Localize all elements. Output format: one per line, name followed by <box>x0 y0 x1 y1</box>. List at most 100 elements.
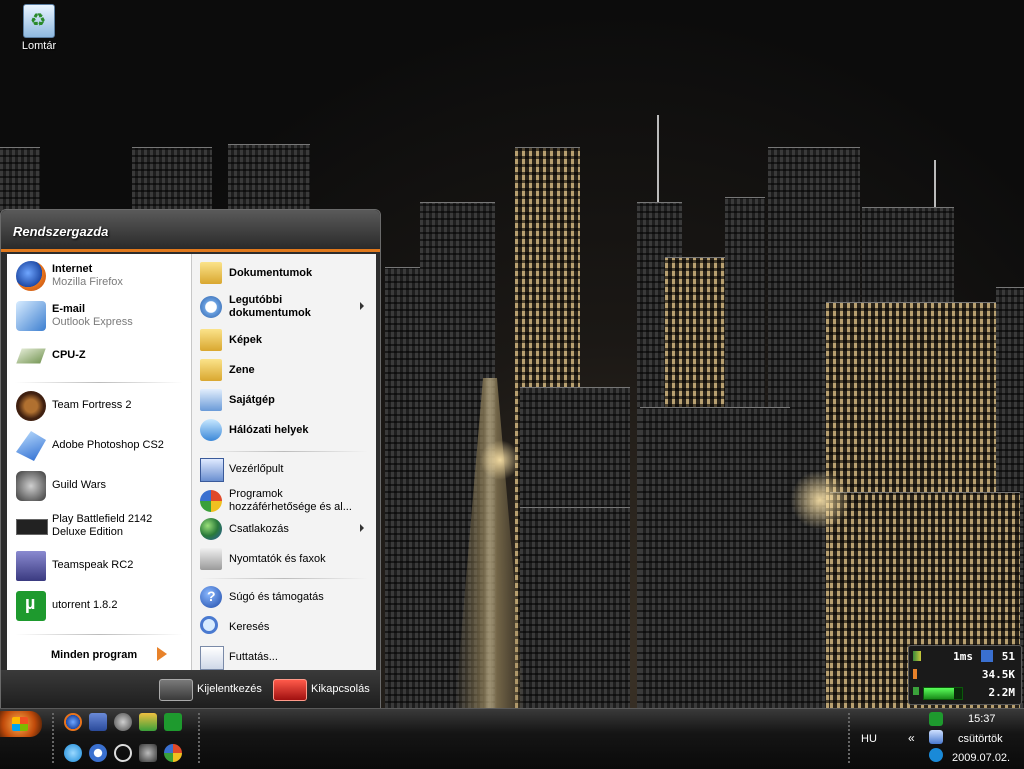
place-documents[interactable]: Dokumentumok <box>192 258 376 288</box>
download-bar-track <box>923 687 963 700</box>
place-help[interactable]: Súgó és támogatás <box>192 582 376 612</box>
toolbar-grip[interactable] <box>848 713 850 765</box>
place-network[interactable]: Hálózati helyek <box>192 415 376 445</box>
show-hidden-icons-button[interactable]: « <box>908 731 915 745</box>
network-monitor-widget: 1ms 51 34.5K 2.2M <box>908 645 1022 705</box>
computer-icon <box>200 389 222 411</box>
start-menu-programs-pane: Internet Mozilla Firefox E-mail Outlook … <box>7 254 191 670</box>
control-panel-icon <box>200 458 224 482</box>
save-disk-icon[interactable] <box>89 713 107 731</box>
users-icon[interactable] <box>139 713 157 731</box>
spire <box>657 115 659 205</box>
place-music-label: Zene <box>229 364 255 376</box>
clock-date[interactable]: 2009.07.02. <box>952 752 1010 764</box>
mail-icon <box>16 301 46 331</box>
place-documents-label: Dokumentumok <box>229 267 313 279</box>
pinned-email[interactable]: E-mail Outlook Express <box>7 298 191 334</box>
place-run[interactable]: Futtatás... <box>192 642 376 672</box>
recent-documents-icon <box>200 296 222 318</box>
recent-program-label: Team Fortress 2 <box>52 399 132 411</box>
pinned-email-title: E-mail <box>52 303 86 315</box>
start-menu-header: Rendszergazda <box>1 210 380 252</box>
place-printers[interactable]: Nyomtatók és faxok <box>192 544 376 574</box>
utorrent-tray-icon[interactable] <box>929 712 943 726</box>
recent-program-teamspeak[interactable]: Teamspeak RC2 <box>7 548 191 584</box>
count-value: 51 <box>1001 650 1015 663</box>
place-my-computer-label: Sajátgép <box>229 394 275 406</box>
place-pictures-label: Képek <box>229 334 263 346</box>
guild-wars-icon <box>16 471 46 501</box>
place-control-panel[interactable]: Vezérlőpult <box>192 454 376 484</box>
submenu-arrow-icon <box>360 302 364 310</box>
place-program-access[interactable]: Programok hozzáférhetősége és al... <box>192 486 376 516</box>
recent-program-utorrent[interactable]: utorrent 1.8.2 <box>7 588 191 624</box>
battlefield-icon <box>16 519 48 535</box>
pinned-email-subtitle: Outlook Express <box>52 316 133 328</box>
place-recent-documents-label: Legutóbbi dokumentumok <box>229 294 311 320</box>
music-folder-icon <box>200 359 222 381</box>
recent-program-photoshop[interactable]: Adobe Photoshop CS2 <box>7 428 191 464</box>
submenu-arrow-icon <box>360 524 364 532</box>
recent-program-tf2[interactable]: Team Fortress 2 <box>7 388 191 424</box>
download-value: 2.2M <box>988 686 1016 699</box>
skype-icon[interactable] <box>64 744 82 762</box>
network-users-tray-icon[interactable] <box>929 730 943 744</box>
building <box>520 507 630 708</box>
clock-day[interactable]: csütörtök <box>958 733 1003 745</box>
network-icon <box>981 650 993 662</box>
media-player-icon[interactable] <box>89 744 107 762</box>
help-icon <box>200 586 222 608</box>
copyright-app-icon[interactable] <box>114 744 132 762</box>
pinned-cpuz[interactable]: CPU-Z <box>7 338 191 374</box>
recent-docs-line2: dokumentumok <box>229 307 311 319</box>
light-glow <box>790 470 850 530</box>
recent-program-guild-wars[interactable]: Guild Wars <box>7 468 191 504</box>
recent-program-label: Play Battlefield 2142 <box>52 513 153 525</box>
pinned-internet[interactable]: Internet Mozilla Firefox <box>7 258 191 294</box>
guild-wars-quicklaunch-icon[interactable] <box>139 744 157 762</box>
place-connect-label: Csatlakozás <box>229 523 289 535</box>
skype-tray-icon[interactable] <box>929 748 943 762</box>
place-run-label: Futtatás... <box>229 651 278 663</box>
place-search[interactable]: Keresés <box>192 612 376 642</box>
firefox-icon <box>16 261 46 291</box>
all-programs-button[interactable]: Minden program <box>7 642 191 668</box>
logoff-icon <box>159 679 193 701</box>
separator <box>15 382 183 383</box>
cpuz-icon <box>16 348 46 364</box>
power-icon <box>273 679 307 701</box>
pinned-internet-title: Internet <box>52 263 93 275</box>
building <box>385 267 425 708</box>
place-music[interactable]: Zene <box>192 355 376 385</box>
start-menu-places-pane: Dokumentumok Legutóbbi dokumentumok Képek… <box>191 254 376 670</box>
language-indicator[interactable]: HU <box>861 733 877 745</box>
headset-icon[interactable] <box>114 713 132 731</box>
utorrent-icon <box>16 591 46 621</box>
place-recent-documents[interactable]: Legutóbbi dokumentumok <box>192 292 376 322</box>
recent-program-label: utorrent 1.8.2 <box>52 599 118 611</box>
utorrent-quicklaunch-icon[interactable] <box>164 713 182 731</box>
clock-time[interactable]: 15:37 <box>968 713 996 725</box>
place-my-computer[interactable]: Sajátgép <box>192 385 376 415</box>
network-places-icon <box>200 419 222 441</box>
pictures-folder-icon <box>200 329 222 351</box>
place-program-access-label: Programok hozzáférhetősége és al... <box>229 488 352 514</box>
download-indicator <box>913 687 919 695</box>
recycle-bin-desktop-icon[interactable]: Lomtár <box>14 4 64 52</box>
firefox-quicklaunch-icon[interactable] <box>64 713 82 731</box>
ati-icon[interactable] <box>164 744 182 762</box>
place-pictures[interactable]: Képek <box>192 325 376 355</box>
toolbar-grip[interactable] <box>52 713 54 765</box>
recent-program-battlefield[interactable]: Play Battlefield 2142 Deluxe Edition <box>7 508 191 544</box>
program-access-line2: hozzáférhetősége és al... <box>229 501 352 513</box>
toolbar-grip[interactable] <box>198 713 200 765</box>
team-fortress-icon <box>16 391 46 421</box>
place-help-label: Súgó és támogatás <box>229 591 324 603</box>
separator <box>200 578 368 579</box>
pinned-cpuz-title: CPU-Z <box>52 349 86 361</box>
separator <box>200 451 368 452</box>
recent-docs-line1: Legutóbbi <box>229 294 283 306</box>
printer-icon <box>200 548 222 570</box>
place-connect[interactable]: Csatlakozás <box>192 514 376 544</box>
start-button[interactable] <box>0 711 42 737</box>
